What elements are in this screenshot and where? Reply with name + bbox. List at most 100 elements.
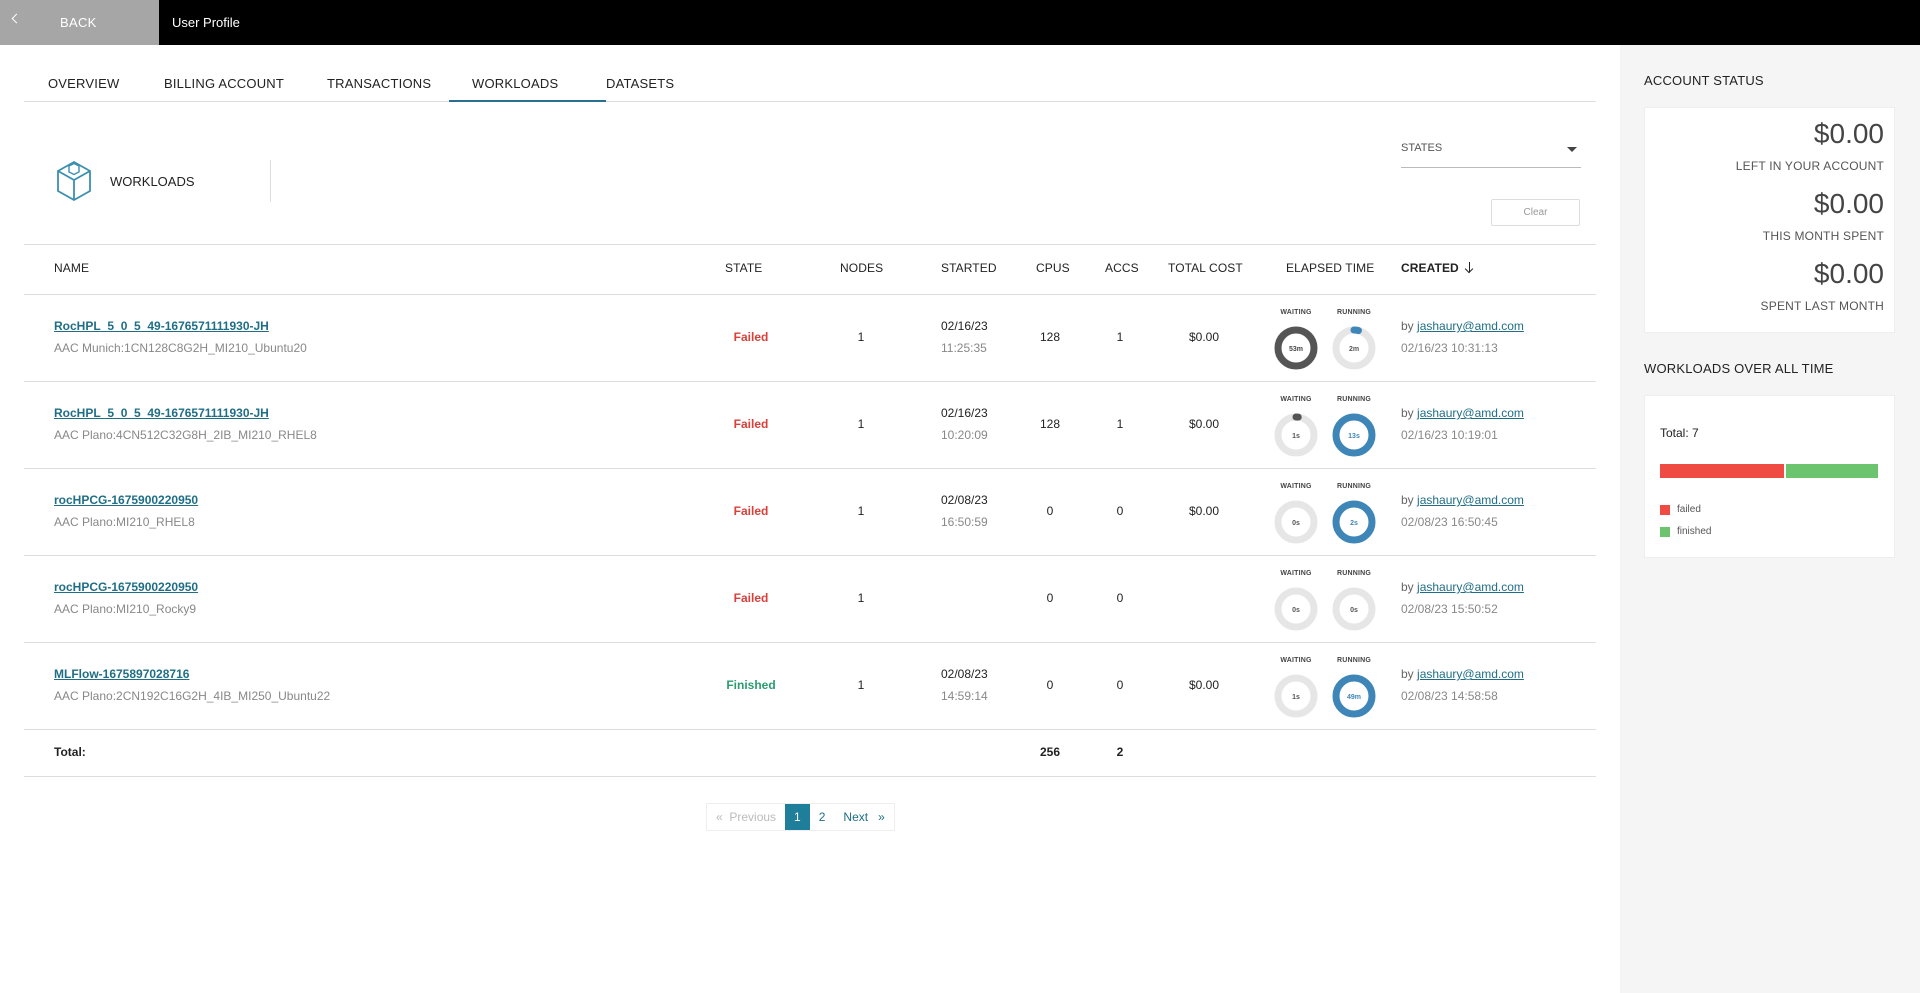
status-badge: Failed	[733, 591, 769, 605]
creator-email-link[interactable]: jashaury@amd.com	[1417, 406, 1524, 420]
accs-value: 0	[1116, 504, 1124, 518]
tab-billing-account[interactable]: BILLING ACCOUNT	[164, 76, 284, 91]
accs-value: 0	[1116, 591, 1124, 605]
account-status-title: ACCOUNT STATUS	[1644, 73, 1764, 88]
legend-finished: finished	[1660, 526, 1711, 537]
nodes-value: 1	[857, 417, 865, 431]
clear-filters-button[interactable]: Clear	[1491, 199, 1580, 226]
created-by: by jashaury@amd.com	[1401, 406, 1524, 420]
previous-label: Previous	[729, 810, 777, 824]
header-accs: ACCS	[1105, 261, 1139, 275]
cpus-value: 0	[1046, 591, 1054, 605]
cpus-value: 0	[1046, 504, 1054, 518]
chevron-left-icon	[11, 13, 22, 24]
started-date: 02/08/23	[941, 493, 988, 507]
tab-transactions[interactable]: TRANSACTIONS	[327, 76, 431, 91]
page-1-button[interactable]: 1	[785, 804, 810, 830]
waiting-label: WAITING	[1280, 570, 1312, 577]
running-label: RUNNING	[1336, 483, 1372, 490]
header-created-sort[interactable]: CREATED	[1401, 261, 1475, 275]
spent-last-month-label: SPENT LAST MONTH	[1760, 299, 1884, 313]
bar-segment-finished	[1784, 464, 1878, 478]
running-time-ring-label: 2m	[1349, 346, 1359, 353]
account-status-card: $0.00 LEFT IN YOUR ACCOUNT $0.00 THIS MO…	[1644, 107, 1895, 333]
by-label: by	[1401, 580, 1414, 594]
creator-email-link[interactable]: jashaury@amd.com	[1417, 580, 1524, 594]
workload-state-bar	[1660, 464, 1878, 478]
left-in-account-label: LEFT IN YOUR ACCOUNT	[1735, 159, 1884, 173]
workload-name-link[interactable]: MLFlow-1675897028716	[54, 667, 189, 681]
workloads-heading: WORKLOADS	[110, 174, 195, 189]
workload-config: AAC Plano:MI210_Rocky9	[54, 602, 197, 616]
profile-tabs: OVERVIEW BILLING ACCOUNT TRANSACTIONS WO…	[24, 68, 1596, 102]
creator-email-link[interactable]: jashaury@amd.com	[1417, 493, 1524, 507]
page-2-button[interactable]: 2	[810, 804, 835, 830]
workload-name-link[interactable]: rocHPCG-1675900220950	[54, 580, 198, 594]
bar-segment-failed	[1660, 464, 1785, 478]
row-divider	[24, 729, 1596, 730]
back-button[interactable]: BACK	[0, 0, 159, 45]
top-bar: BACK User Profile	[0, 0, 1920, 45]
running-label: RUNNING	[1336, 309, 1372, 316]
running-time-ring: 49m	[1332, 674, 1376, 718]
started-time: 10:20:09	[941, 428, 988, 442]
workload-name-link[interactable]: RocHPL_5_0_5_49-1676571111930-JH	[54, 406, 269, 420]
by-label: by	[1401, 406, 1414, 420]
status-badge: Failed	[733, 417, 769, 431]
tab-workloads[interactable]: WORKLOADS	[472, 76, 558, 91]
cpus-value: 128	[1039, 417, 1061, 431]
accs-value: 0	[1116, 678, 1124, 692]
header-started: STARTED	[941, 261, 997, 275]
states-filter-select[interactable]: STATES	[1401, 140, 1581, 168]
cost-value: $0.00	[1188, 504, 1220, 518]
workloads-cube-icon	[57, 160, 91, 202]
running-time-ring-label: 2s	[1350, 520, 1358, 527]
waiting-time-ring: 1s	[1274, 413, 1318, 457]
started-time: 14:59:14	[941, 689, 988, 703]
header-nodes: NODES	[840, 261, 884, 275]
tab-datasets[interactable]: DATASETS	[606, 76, 674, 91]
cpus-value: 0	[1046, 678, 1054, 692]
legend-finished-swatch	[1660, 526, 1670, 537]
nodes-value: 1	[857, 591, 865, 605]
page-title: User Profile	[172, 15, 240, 30]
created-timestamp: 02/08/23 14:58:58	[1401, 689, 1498, 703]
waiting-time-ring: 0s	[1274, 500, 1318, 544]
table-row: RocHPL_5_0_5_49-1676571111930-JH AAC Mun…	[24, 295, 1596, 382]
status-badge: Failed	[733, 330, 769, 344]
waiting-time-ring: 1s	[1274, 674, 1318, 718]
legend-failed-swatch	[1660, 504, 1670, 515]
header-total-cost: TOTAL COST	[1168, 261, 1243, 275]
running-time-ring: 0s	[1332, 587, 1376, 631]
workload-config: AAC Plano:2CN192C16G2H_4IB_MI250_Ubuntu2…	[54, 689, 331, 703]
tab-overview[interactable]: OVERVIEW	[48, 76, 119, 91]
running-time-ring: 2m	[1332, 326, 1376, 370]
legend-failed-label: failed	[1677, 504, 1701, 515]
legend-failed: failed	[1660, 504, 1701, 515]
waiting-time-ring-label: 1s	[1292, 433, 1300, 440]
workload-name-link[interactable]: RocHPL_5_0_5_49-1676571111930-JH	[54, 319, 269, 333]
waiting-time-ring: 53m	[1274, 326, 1318, 370]
caret-down-icon	[1567, 147, 1577, 152]
back-label: BACK	[60, 15, 97, 30]
next-page-button[interactable]: Next »	[834, 804, 893, 830]
created-by: by jashaury@amd.com	[1401, 667, 1524, 681]
previous-page-button[interactable]: « Previous	[707, 804, 785, 830]
creator-email-link[interactable]: jashaury@amd.com	[1417, 667, 1524, 681]
started-date: 02/08/23	[941, 667, 988, 681]
workload-config: AAC Munich:1CN128C8G2H_MI210_Ubuntu20	[54, 341, 307, 355]
started-date: 02/16/23	[941, 319, 988, 333]
running-time-ring-label: 13s	[1348, 433, 1360, 440]
table-row: MLFlow-1675897028716 AAC Plano:2CN192C16…	[24, 643, 1596, 730]
creator-email-link[interactable]: jashaury@amd.com	[1417, 319, 1524, 333]
by-label: by	[1401, 493, 1414, 507]
cost-value: $0.00	[1188, 417, 1220, 431]
active-tab-indicator	[449, 100, 606, 102]
started-date: 02/16/23	[941, 406, 988, 420]
table-row: RocHPL_5_0_5_49-1676571111930-JH AAC Pla…	[24, 382, 1596, 469]
accs-value: 1	[1116, 330, 1124, 344]
table-row: rocHPCG-1675900220950 AAC Plano:MI210_RH…	[24, 469, 1596, 556]
running-time-ring: 2s	[1332, 500, 1376, 544]
workload-name-link[interactable]: rocHPCG-1675900220950	[54, 493, 198, 507]
status-badge: Finished	[726, 678, 776, 692]
